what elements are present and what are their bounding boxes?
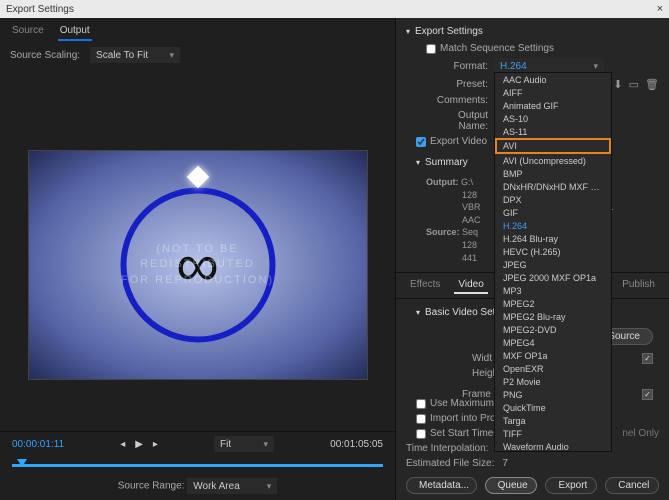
format-option[interactable]: P2 Movie [495, 375, 611, 388]
format-option[interactable]: Animated GIF [495, 99, 611, 112]
timecode-out[interactable]: 00:01:05:05 [330, 439, 383, 450]
format-option[interactable]: MPEG2 [495, 297, 611, 310]
output-name-label: Output Name: [426, 110, 488, 132]
format-option[interactable]: TIFF [495, 427, 611, 440]
preview-diamond-icon [186, 166, 209, 189]
scaling-select[interactable]: Scale To Fit [90, 47, 180, 63]
format-option[interactable]: AS-11 [495, 125, 611, 138]
format-option[interactable]: DNxHR/DNxHD MXF OP1a [495, 180, 611, 193]
scaling-label: Source Scaling: [10, 50, 80, 61]
save-preset-icon[interactable]: ⬇ [613, 78, 622, 91]
width-label: Widt [412, 353, 492, 364]
left-panel: Source Output Source Scaling: Scale To F… [0, 18, 395, 500]
est-size-label: Estimated File Size: [406, 458, 494, 469]
export-button[interactable]: Export [545, 477, 597, 494]
titlebar: Export Settings × [0, 0, 669, 18]
format-option[interactable]: DPX [495, 193, 611, 206]
format-label: Format: [426, 61, 488, 72]
export-video-label: Export Video [430, 136, 487, 147]
cancel-button[interactable]: Cancel [605, 477, 659, 494]
subtab-effects[interactable]: Effects [406, 277, 444, 294]
import-project-checkbox[interactable] [416, 414, 426, 424]
format-option[interactable]: JPEG 2000 MXF OP1a [495, 271, 611, 284]
est-size-value: 7 [502, 458, 508, 469]
play-icon[interactable]: ▶ [135, 439, 143, 450]
format-option[interactable]: H.264 [495, 219, 611, 232]
chevron-down-icon: ▾ [416, 308, 420, 317]
delete-preset-icon[interactable]: 🗑 [645, 78, 659, 91]
format-option[interactable]: QuickTime [495, 401, 611, 414]
subtab-video[interactable]: Video [454, 277, 487, 294]
right-panel: ▾ Export Settings Match Sequence Setting… [395, 18, 669, 500]
use-max-render-checkbox[interactable] [416, 399, 426, 409]
match-sequence-checkbox[interactable] [426, 44, 436, 54]
format-option[interactable]: JPEG [495, 258, 611, 271]
subtab-publish[interactable]: Publish [618, 277, 659, 294]
comments-label: Comments: [426, 95, 488, 106]
timeline[interactable] [12, 460, 383, 470]
format-option[interactable]: MXF OP1a [495, 349, 611, 362]
export-video-checkbox[interactable] [416, 137, 426, 147]
video-preview[interactable]: ∞ (NOT TO BE REDISTRIBUTED FOR REPRODUCT… [28, 150, 368, 380]
close-icon[interactable]: × [657, 3, 663, 15]
format-option[interactable]: Targa [495, 414, 611, 427]
tab-output[interactable]: Output [58, 22, 92, 41]
format-dropdown[interactable]: AAC AudioAIFFAnimated GIFAS-10AS-11AVIAV… [494, 72, 612, 452]
step-fwd-icon[interactable]: ▸ [153, 439, 158, 450]
height-label: Heigh [412, 368, 498, 379]
format-option[interactable]: OpenEXR [495, 362, 611, 375]
format-option[interactable]: MPEG4 [495, 336, 611, 349]
preset-icons: ⬇ ▭ 🗑 [613, 78, 659, 91]
format-option[interactable]: Waveform Audio [495, 440, 611, 452]
source-range-label: Source Range: [118, 481, 185, 492]
time-interp-label: Time Interpolation: [406, 443, 488, 454]
window-title: Export Settings [6, 4, 74, 15]
width-link-checkbox[interactable]: ✓ [642, 353, 653, 364]
left-tabs: Source Output [0, 18, 395, 41]
format-option[interactable]: AS-10 [495, 112, 611, 125]
scaling-row: Source Scaling: Scale To Fit [0, 41, 395, 69]
main: Source Output Source Scaling: Scale To F… [0, 18, 669, 500]
format-option[interactable]: MP3 [495, 284, 611, 297]
transport: 00:00:01:11 ◂ ▶ ▸ Fit 00:01:05:05 Source… [0, 431, 395, 500]
source-range-select[interactable]: Work Area [187, 478, 277, 494]
set-start-tc-checkbox[interactable] [416, 429, 426, 439]
match-sequence-label: Match Sequence Settings [440, 43, 554, 54]
chevron-down-icon: ▾ [416, 158, 420, 167]
play-controls: ◂ ▶ ▸ [120, 439, 158, 450]
tab-source[interactable]: Source [10, 22, 46, 41]
format-option[interactable]: AIFF [495, 86, 611, 99]
timeline-track [12, 464, 383, 467]
playhead-icon[interactable] [17, 459, 27, 469]
source-range-row: Source Range: Work Area [0, 474, 395, 500]
format-option[interactable]: AVI [495, 138, 611, 154]
export-settings-head[interactable]: ▾ Export Settings [396, 18, 669, 41]
format-option[interactable]: PNG [495, 388, 611, 401]
metadata-button[interactable]: Metadata... [406, 477, 477, 494]
format-option[interactable]: HEVC (H.265) [495, 245, 611, 258]
format-option[interactable]: H.264 Blu-ray [495, 232, 611, 245]
timecode-in[interactable]: 00:00:01:11 [12, 439, 64, 450]
format-option[interactable]: MPEG2-DVD [495, 323, 611, 336]
preview-zone: ∞ (NOT TO BE REDISTRIBUTED FOR REPRODUCT… [0, 69, 395, 431]
format-option[interactable]: MPEG2 Blu-ray [495, 310, 611, 323]
format-option[interactable]: GIF [495, 206, 611, 219]
format-option[interactable]: AAC Audio [495, 73, 611, 86]
chevron-down-icon: ▾ [406, 27, 410, 36]
fit-select[interactable]: Fit [214, 436, 274, 452]
format-option[interactable]: AVI (Uncompressed) [495, 154, 611, 167]
preset-label: Preset: [426, 79, 488, 90]
format-option[interactable]: BMP [495, 167, 611, 180]
queue-button[interactable]: Queue [485, 477, 538, 494]
step-back-icon[interactable]: ◂ [120, 439, 125, 450]
preview-watermark: (NOT TO BE REDISTRIBUTED FOR REPRODUCTIO… [113, 242, 282, 288]
import-preset-icon[interactable]: ▭ [629, 78, 639, 91]
